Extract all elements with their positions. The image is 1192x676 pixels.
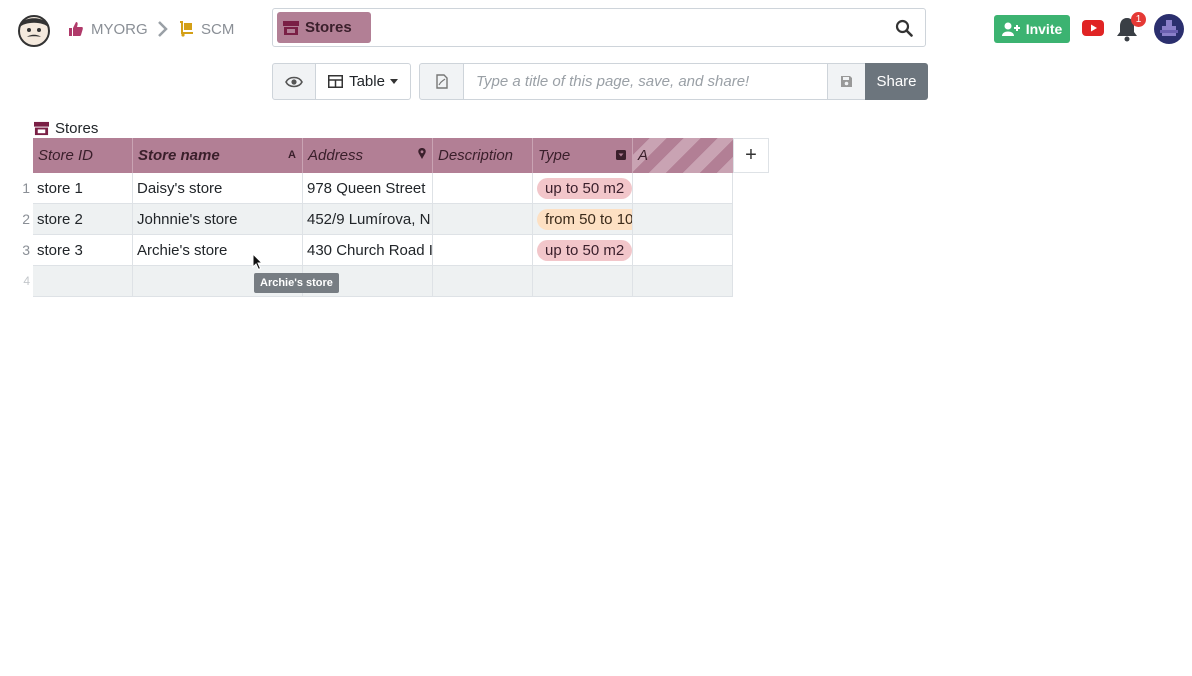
add-column-button[interactable]: + [733,138,769,173]
column-header-store-id[interactable]: Store ID [33,138,133,173]
view-type-label: Table [349,73,385,90]
dropdown-icon [616,150,626,160]
table-chip-label: Stores [305,19,352,36]
store-icon [34,121,49,135]
add-user-icon [1001,22,1020,36]
cell-tooltip: Archie's store [254,273,339,293]
column-header-label: Address [308,147,364,164]
page-document-button[interactable] [419,63,464,100]
cell-store-name[interactable]: Johnnie's store [133,204,303,235]
cell-store-name[interactable]: Archie's store [133,235,303,266]
cell-store-id[interactable] [33,266,133,297]
column-header-label: A [638,147,649,164]
cell-address[interactable]: 978 Queen Street [303,173,433,204]
row-number: 4 [23,274,30,288]
table-row[interactable]: 3 store 3 Archie's store 430 Church Road… [22,235,733,266]
chevron-right-icon [158,21,168,37]
breadcrumb-project-label: SCM [201,20,235,38]
type-pill: up to 50 m2 [537,177,632,199]
file-pdf-icon [435,74,448,89]
search-icon[interactable] [895,19,913,37]
column-header-address[interactable]: Address [303,138,433,173]
cell-new[interactable] [633,266,733,297]
column-header-description[interactable]: Description [433,138,533,173]
cell-type[interactable]: up to 50 m2 [533,173,633,204]
cell-new[interactable] [633,235,733,266]
notifications-button[interactable]: 1 [1115,12,1146,42]
save-button[interactable] [827,63,866,100]
data-grid: Store ID Store name A Address Descriptio… [22,138,733,297]
row-number: 3 [22,242,30,258]
invite-button[interactable]: Invite [994,15,1070,43]
table-row[interactable]: 2 store 2 Johnnie's store 452/9 Lumírova… [22,204,733,235]
cell-type[interactable]: up to 50 m2 [533,235,633,266]
invite-label: Invite [1025,21,1063,37]
column-header-label: Description [438,147,514,164]
breadcrumb-org[interactable]: MYORG [68,18,148,40]
table-chip-stores[interactable]: Stores [277,12,371,43]
cell-store-id[interactable]: store 2 [33,204,133,235]
thumbs-up-icon [69,22,83,36]
table-title-label: Stores [55,119,99,137]
table-icon [328,75,344,88]
cell-type[interactable]: from 50 to 10 [533,204,633,235]
dolly-icon [180,21,193,37]
table-title: Stores [33,118,98,138]
store-icon [283,20,299,35]
column-header-type[interactable]: Type [533,138,633,173]
search-bar[interactable]: Stores [272,8,926,47]
share-button[interactable]: Share [865,63,928,100]
cell-new[interactable] [633,173,733,204]
cell-new[interactable] [633,204,733,235]
column-header-label: Store ID [38,147,94,164]
page-title-input[interactable] [463,63,828,100]
chevron-down-icon [389,79,398,84]
view-type-dropdown[interactable]: Table [315,63,411,100]
cell-address[interactable]: 430 Church Road I [303,235,433,266]
cell-store-id[interactable]: store 1 [33,173,133,204]
notification-count-badge: 1 [1131,12,1146,27]
type-pill: up to 50 m2 [537,239,632,261]
user-avatar[interactable] [1154,14,1184,44]
header-row: Store ID Store name A Address Descriptio… [33,138,733,173]
cell-description[interactable] [433,204,533,235]
type-pill: from 50 to 10 [537,208,632,230]
cell-description[interactable] [433,235,533,266]
row-number: 2 [22,211,30,227]
breadcrumb-org-label: MYORG [91,20,148,38]
location-pin-icon [418,148,426,159]
mouse-cursor-icon [252,253,264,271]
column-header-label: Store name [138,147,220,164]
eye-icon [285,76,303,87]
youtube-icon[interactable] [1082,20,1104,36]
cell-store-name[interactable]: Daisy's store [133,173,303,204]
breadcrumb-project[interactable]: SCM [178,18,234,40]
column-header-label: Type [538,147,571,164]
cell-store-id[interactable]: store 3 [33,235,133,266]
toggle-visibility-button[interactable] [272,63,316,100]
text-type-icon: A [288,149,296,161]
cell-description[interactable] [433,173,533,204]
column-header-new[interactable]: A [633,138,733,173]
row-number: 1 [22,180,30,196]
new-row[interactable]: 4 [23,266,733,297]
table-row[interactable]: 1 store 1 Daisy's store 978 Queen Street… [22,173,733,204]
column-header-store-name[interactable]: Store name A [133,138,303,173]
cell-type[interactable] [533,266,633,297]
cell-description[interactable] [433,266,533,297]
floppy-disk-icon [841,76,852,87]
cell-address[interactable]: 452/9 Lumírova, N [303,204,433,235]
app-logo-icon[interactable] [16,11,52,47]
